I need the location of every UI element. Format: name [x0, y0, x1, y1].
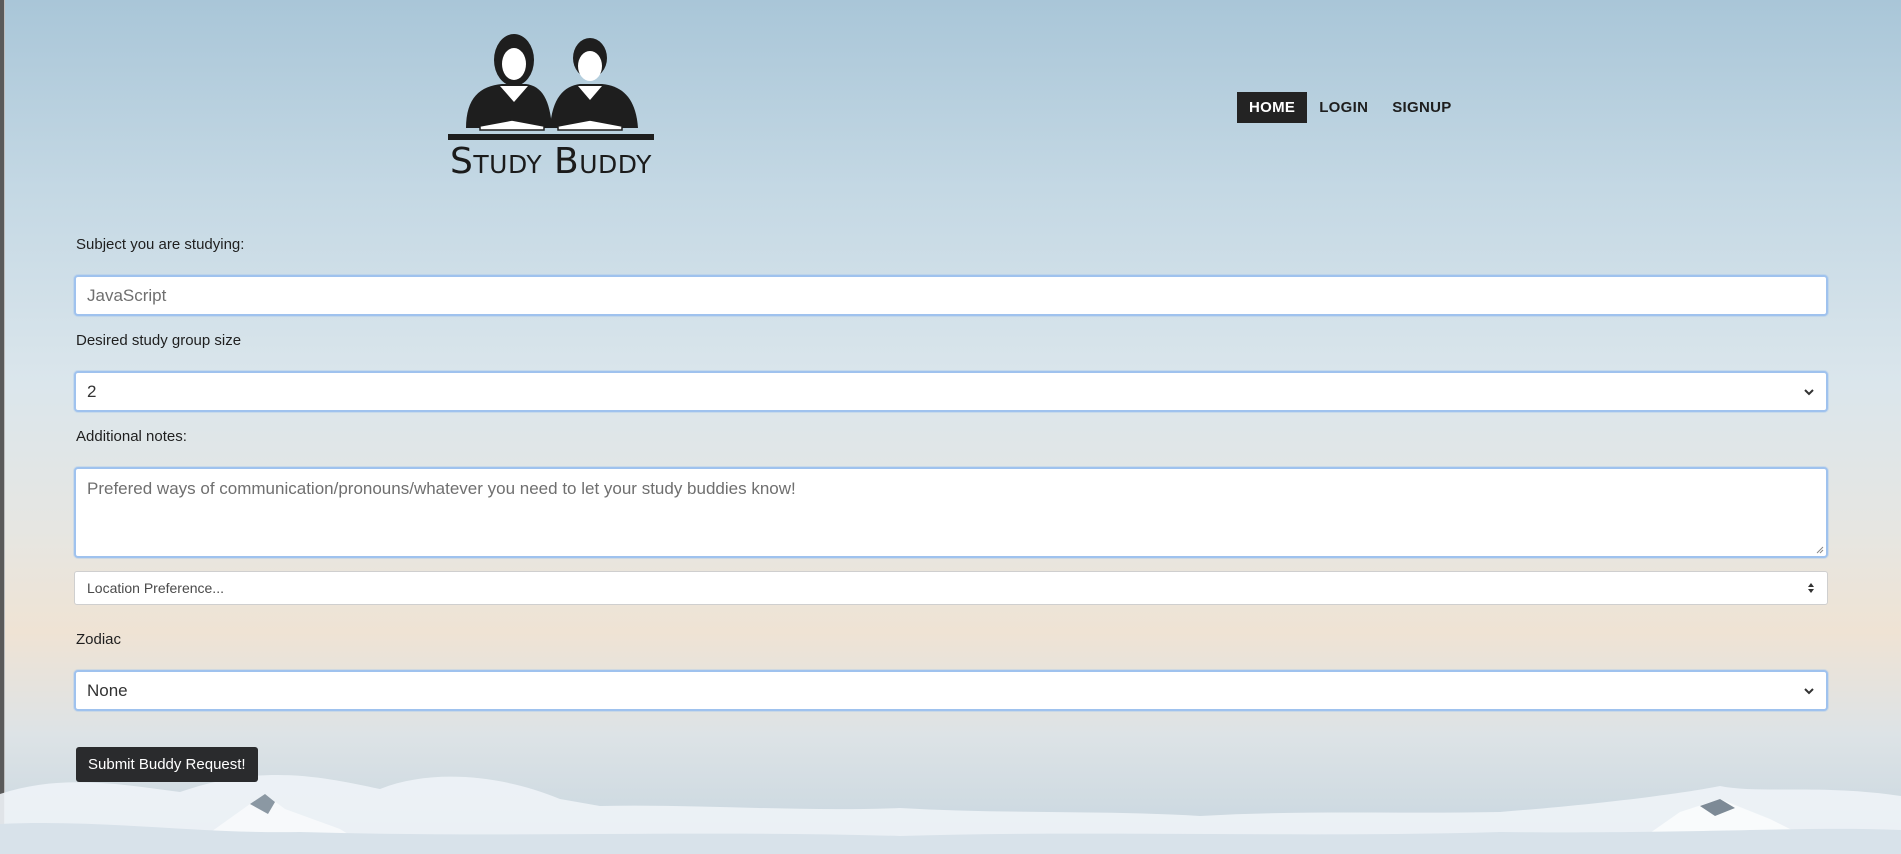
chevron-down-icon [1804, 388, 1814, 395]
subject-placeholder: JavaScript [87, 285, 167, 305]
brand-name: Study Buddy [450, 141, 652, 182]
group-size-label: Desired study group size [76, 332, 242, 349]
zodiac-select[interactable]: None [74, 670, 1828, 711]
nav-signup[interactable]: SIGNUP [1380, 92, 1463, 123]
nav-home[interactable]: HOME [1237, 92, 1308, 123]
notes-placeholder: Prefered ways of communication/pronouns/… [87, 479, 796, 498]
subject-input[interactable]: JavaScript [74, 275, 1828, 316]
location-select[interactable]: Location Preference... [74, 571, 1828, 605]
study-buddy-logo[interactable]: Study Buddy [440, 28, 662, 186]
submit-buddy-request-button[interactable]: Submit Buddy Request! [76, 747, 258, 782]
nav-login[interactable]: LOGIN [1307, 92, 1380, 123]
zodiac-label: Zodiac [76, 631, 122, 648]
mountain-background [0, 774, 1901, 854]
zodiac-value: None [87, 680, 128, 700]
location-value: Location Preference... [87, 580, 224, 596]
students-reading-icon [448, 34, 654, 140]
group-size-select[interactable]: 2 [74, 371, 1828, 412]
notes-textarea[interactable]: Prefered ways of communication/pronouns/… [74, 467, 1828, 558]
resize-handle-icon[interactable] [1814, 544, 1824, 554]
main-nav: HOME LOGIN SIGNUP [1237, 92, 1464, 123]
subject-label: Subject you are studying: [76, 236, 245, 253]
window-edge [0, 0, 5, 854]
notes-label: Additional notes: [76, 428, 187, 445]
updown-arrows-icon [1808, 583, 1814, 593]
group-size-value: 2 [87, 381, 97, 401]
chevron-down-icon [1804, 687, 1814, 694]
